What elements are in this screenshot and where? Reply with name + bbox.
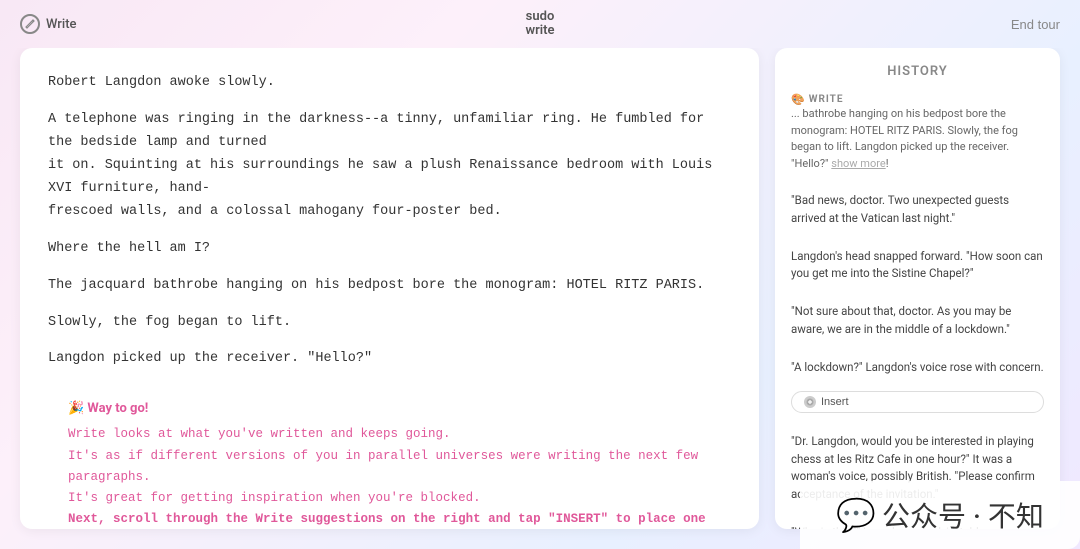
write-label: WRITE	[809, 94, 844, 105]
show-more-link[interactable]: show more	[831, 157, 885, 170]
brand-name: sudo write	[525, 10, 554, 39]
history-title: History	[791, 64, 1044, 79]
tour-line-bold: Next, scroll through the Write suggestio…	[68, 509, 711, 529]
end-tour-button[interactable]: End tour	[1011, 17, 1060, 32]
top-bar: Write sudo write End tour	[0, 0, 1080, 48]
wechat-label: 公众号 · 不知	[882, 495, 1044, 535]
write-text-block: ... bathrobe hanging on his bedpost bore…	[791, 106, 1044, 172]
logo-label: Write	[46, 17, 77, 32]
write-badge: 🎨 WRITE	[791, 93, 1044, 106]
brand-center: sudo write	[525, 10, 554, 39]
insert-icon-1	[804, 396, 816, 408]
wechat-overlay: 💬 公众号 · 不知	[800, 481, 1080, 549]
write-entry: 🎨 WRITE ... bathrobe hanging on his bedp…	[791, 93, 1044, 172]
write-pen-icon: 🎨	[791, 93, 805, 106]
paragraph-2: A telephone was ringing in the darkness-…	[48, 109, 731, 224]
main-content: Robert Langdon awoke slowly. A telephone…	[0, 48, 1080, 549]
paragraph-3: Where the hell am I?	[48, 238, 731, 261]
editor-panel: Robert Langdon awoke slowly. A telephone…	[20, 48, 759, 529]
paragraph-5: Slowly, the fog began to lift.	[48, 312, 731, 335]
history-panel: History 🎨 WRITE ... bathrobe hanging on …	[775, 48, 1060, 529]
wechat-logo-icon: 💬	[836, 496, 876, 534]
tour-line-3: It's great for getting inspiration when …	[68, 488, 711, 509]
logo-area: Write	[20, 14, 77, 34]
insert-label-1: Insert	[821, 396, 849, 408]
insert-button-1[interactable]: Insert	[791, 391, 1044, 413]
editor-text: Robert Langdon awoke slowly. A telephone…	[48, 72, 731, 371]
write-text: ... bathrobe hanging on his bedpost bore…	[791, 107, 1018, 170]
tour-line-2: It's as if different versions of you in …	[68, 446, 711, 489]
tour-callout: 🎉 Way to go! Write looks at what you've …	[48, 385, 731, 529]
write-icon	[20, 14, 40, 34]
history-item-4: "A lockdown?" Langdon's voice rose with …	[791, 359, 1044, 377]
paragraph-1: Robert Langdon awoke slowly.	[48, 72, 731, 95]
history-item-3: "Not sure about that, doctor. As you may…	[791, 303, 1044, 339]
tour-title: 🎉 Way to go!	[68, 401, 711, 416]
tour-line-1: Write looks at what you've written and k…	[68, 424, 711, 445]
paragraph-4: The jacquard bathrobe hanging on his bed…	[48, 275, 731, 298]
history-item-2: Langdon's head snapped forward. "How soo…	[791, 248, 1044, 284]
history-item-1: "Bad news, doctor. Two unexpected guests…	[791, 192, 1044, 228]
paragraph-6: Langdon picked up the receiver. "Hello?"	[48, 348, 731, 371]
